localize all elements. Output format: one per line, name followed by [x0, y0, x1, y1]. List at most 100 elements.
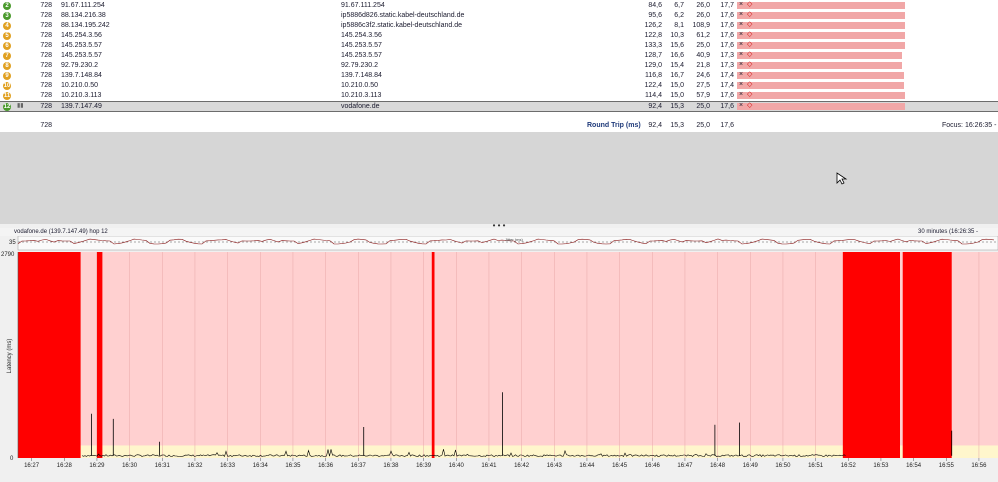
- avg-marker-icon: ◇: [747, 91, 753, 98]
- jitter-scale-label: 35: [9, 240, 16, 246]
- hop-avg: 122,8: [644, 32, 662, 39]
- mouse-cursor-icon: [836, 172, 848, 185]
- hop-latency-bar: × ◇: [737, 11, 907, 21]
- hop-count: 728: [40, 12, 52, 19]
- min-marker-icon: ×: [739, 31, 744, 38]
- min-marker-icon: ×: [739, 102, 744, 109]
- hop-max: 26,0: [696, 12, 710, 19]
- x-tick-label: 16:49: [743, 463, 759, 469]
- summary-label: Round Trip (ms): [587, 122, 641, 129]
- latency-chart: 35 Jitter (ms) 2790 0 Latency (ms) 16:27 16:28…: [1, 235, 998, 469]
- x-tick-label: 16:51: [808, 463, 824, 469]
- hop-badge: 4: [3, 22, 11, 30]
- hop-ip: 145.254.3.56: [61, 32, 102, 39]
- jitter-label: Jitter (ms): [505, 237, 523, 242]
- summary-max: 25,0: [696, 122, 710, 129]
- hop-ip: 88.134.216.38: [61, 12, 106, 19]
- x-tick-label: 16:33: [220, 463, 236, 469]
- x-tick-label: 16:44: [579, 463, 595, 469]
- hop-name: 145.253.5.57: [341, 42, 382, 49]
- hop-count: 728: [40, 103, 52, 110]
- hop-avg: 84,6: [648, 2, 662, 9]
- hop-avg: 92,4: [648, 103, 662, 110]
- hop-badge: 7: [3, 52, 11, 60]
- hop-row[interactable]: 6 728 145.253.5.57 145.253.5.57 133,3 15,6 25,…: [0, 41, 998, 51]
- x-tick-label: 16:35: [285, 463, 301, 469]
- hop-min: 15,4: [670, 62, 684, 69]
- min-marker-icon: ×: [739, 81, 744, 88]
- hop-min: 6,2: [674, 12, 684, 19]
- hop-name: 10.210.3.113: [341, 92, 382, 99]
- hop-badge: 6: [3, 42, 11, 50]
- hop-min: 15,6: [670, 42, 684, 49]
- hop-name: 91.67.111.254: [341, 2, 385, 9]
- hop-latency-bar: × ◇: [737, 1, 907, 11]
- hop-ip: 10.210.3.113: [61, 92, 102, 99]
- x-tick-label: 16:31: [155, 463, 171, 469]
- x-tick-label: 16:32: [187, 463, 203, 469]
- hop-badge: 10: [3, 82, 11, 90]
- hop-name: 92.79.230.2: [341, 62, 378, 69]
- hop-row[interactable]: 12 ▮▮ 728 139.7.147.49 vodafone.de 92,4 15,3 25…: [0, 101, 998, 112]
- hop-row[interactable]: 5 728 145.254.3.56 145.254.3.56 122,8 10,3 61,…: [0, 31, 998, 41]
- hop-name: 145.253.5.57: [341, 52, 382, 59]
- hop-name: ip5886d826.static.kabel-deutschland.de: [341, 12, 465, 19]
- summary-row: 728 Round Trip (ms) 92,4 15,3 25,0 17,6 …: [0, 120, 998, 131]
- x-tick-label: 16:36: [318, 463, 334, 469]
- hop-latency-bar: × ◇: [737, 31, 907, 41]
- hop-row[interactable]: 2 728 91.67.111.254 91.67.111.254 84,6 6,7 26,…: [0, 1, 998, 11]
- graph-title: vodafone.de (139.7.147.49) hop 12: [14, 229, 108, 235]
- hop-ip: 145.253.5.57: [61, 52, 102, 59]
- x-tick-label: 16:30: [122, 463, 138, 469]
- summary-avg: 92,4: [648, 122, 662, 129]
- hop-cur: 17,4: [720, 72, 734, 79]
- hop-row[interactable]: 8 728 92.79.230.2 92.79.230.2 129,0 15,4 21,8 1…: [0, 61, 998, 71]
- hop-row[interactable]: 10 728 10.210.0.50 10.210.0.50 122,4 15,0 27,5…: [0, 81, 998, 91]
- x-tick-label: 16:50: [775, 463, 791, 469]
- hop-latency-bar: × ◇: [737, 51, 907, 61]
- hop-avg: 95,6: [648, 12, 662, 19]
- min-marker-icon: ×: [739, 91, 744, 98]
- hop-latency-bar: × ◇: [737, 81, 907, 91]
- hop-max: 57,9: [696, 92, 710, 99]
- hop-ip: 91.67.111.254: [61, 2, 105, 9]
- hop-row[interactable]: 11 728 10.210.3.113 10.210.3.113 114,4 15,0 57…: [0, 91, 998, 101]
- hop-name: ip5886c3f2.static.kabel-deutschland.de: [341, 22, 463, 29]
- min-marker-icon: ×: [739, 41, 744, 48]
- hop-min: 15,0: [670, 82, 684, 89]
- x-tick-label: 16:28: [57, 463, 73, 469]
- hop-cur: 17,6: [720, 32, 734, 39]
- hop-row[interactable]: 7 728 145.253.5.57 145.253.5.57 128,7 16,6 40,…: [0, 51, 998, 61]
- hop-badge: 2: [3, 2, 11, 10]
- chart-icon: ▮▮: [17, 103, 24, 109]
- hop-count: 728: [40, 32, 52, 39]
- hop-max: 108,9: [692, 22, 710, 29]
- empty-panel: [0, 132, 998, 224]
- packet-loss-block: [902, 252, 952, 458]
- hop-cur: 17,3: [720, 62, 734, 69]
- avg-marker-icon: ◇: [747, 11, 753, 18]
- x-tick-label: 16:53: [873, 463, 889, 469]
- graph-header: vodafone.de (139.7.147.49) hop 12 30 min…: [0, 228, 998, 243]
- x-tick-label: 16:27: [24, 463, 40, 469]
- hop-row[interactable]: 3 728 88.134.216.38 ip5886d826.static.kabel…: [0, 11, 998, 21]
- min-marker-icon: ×: [739, 1, 744, 8]
- hop-latency-bar: × ◇: [737, 102, 907, 112]
- hop-row[interactable]: 4 728 88.134.195.242 ip5886c3f2.static.kabe…: [0, 21, 998, 31]
- hop-min: 16,7: [670, 72, 684, 79]
- hop-latency-bar: × ◇: [737, 91, 907, 101]
- y-max-label: 2790: [1, 252, 15, 258]
- hop-badge: 12: [3, 103, 11, 111]
- hop-max: 24,6: [696, 72, 710, 79]
- x-tick-label: 16:39: [416, 463, 432, 469]
- hop-avg: 129,0: [644, 62, 662, 69]
- x-tick-label: 16:42: [514, 463, 530, 469]
- hop-cur: 17,7: [720, 2, 734, 9]
- hop-cur: 17,3: [720, 52, 734, 59]
- x-tick-label: 16:48: [710, 463, 726, 469]
- hop-min: 8,1: [674, 22, 684, 29]
- hop-min: 15,3: [670, 103, 684, 110]
- hop-max: 25,0: [696, 42, 710, 49]
- hop-min: 15,0: [670, 92, 684, 99]
- hop-row[interactable]: 9 728 139.7.148.84 139.7.148.84 116,8 16,7 24,…: [0, 71, 998, 81]
